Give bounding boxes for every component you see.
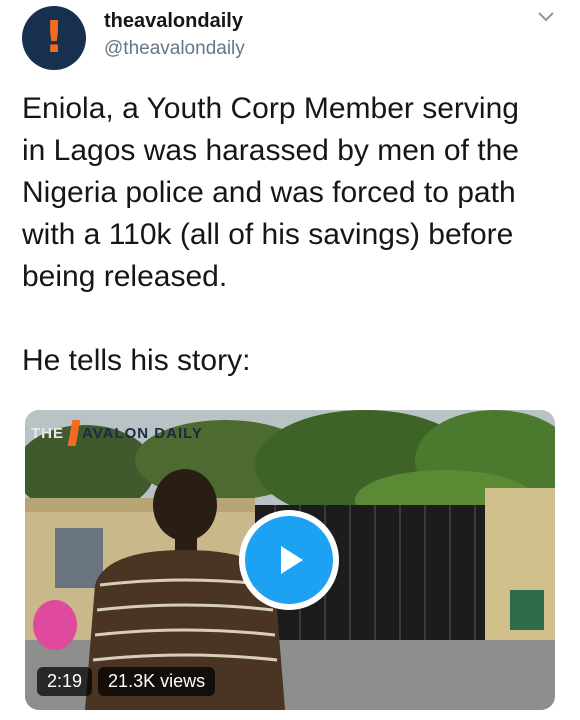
- video-player[interactable]: THE AVALON DAILY 2:19 21.3K views: [25, 410, 555, 710]
- play-icon: [281, 546, 303, 574]
- author-avatar[interactable]: !: [22, 6, 86, 70]
- views-badge: 21.3K views: [98, 667, 216, 696]
- exclamation-logo-icon: !: [43, 12, 65, 63]
- chevron-down-icon[interactable]: [534, 8, 558, 26]
- play-button-inner: [245, 516, 333, 604]
- watermark-the: THE: [31, 424, 64, 442]
- tweet-text: Eniola, a Youth Corp Member serving in L…: [22, 92, 519, 377]
- video-watermark: THE AVALON DAILY: [31, 420, 203, 446]
- author-handle[interactable]: @theavalondaily: [104, 38, 245, 60]
- video-info: 2:19 21.3K views: [37, 667, 216, 696]
- author-name[interactable]: theavalondaily: [104, 10, 243, 33]
- duration-badge: 2:19: [37, 667, 93, 696]
- watermark-brand: AVALON DAILY: [82, 424, 203, 442]
- play-button[interactable]: [239, 510, 339, 610]
- watermark-mark-icon: [67, 420, 81, 446]
